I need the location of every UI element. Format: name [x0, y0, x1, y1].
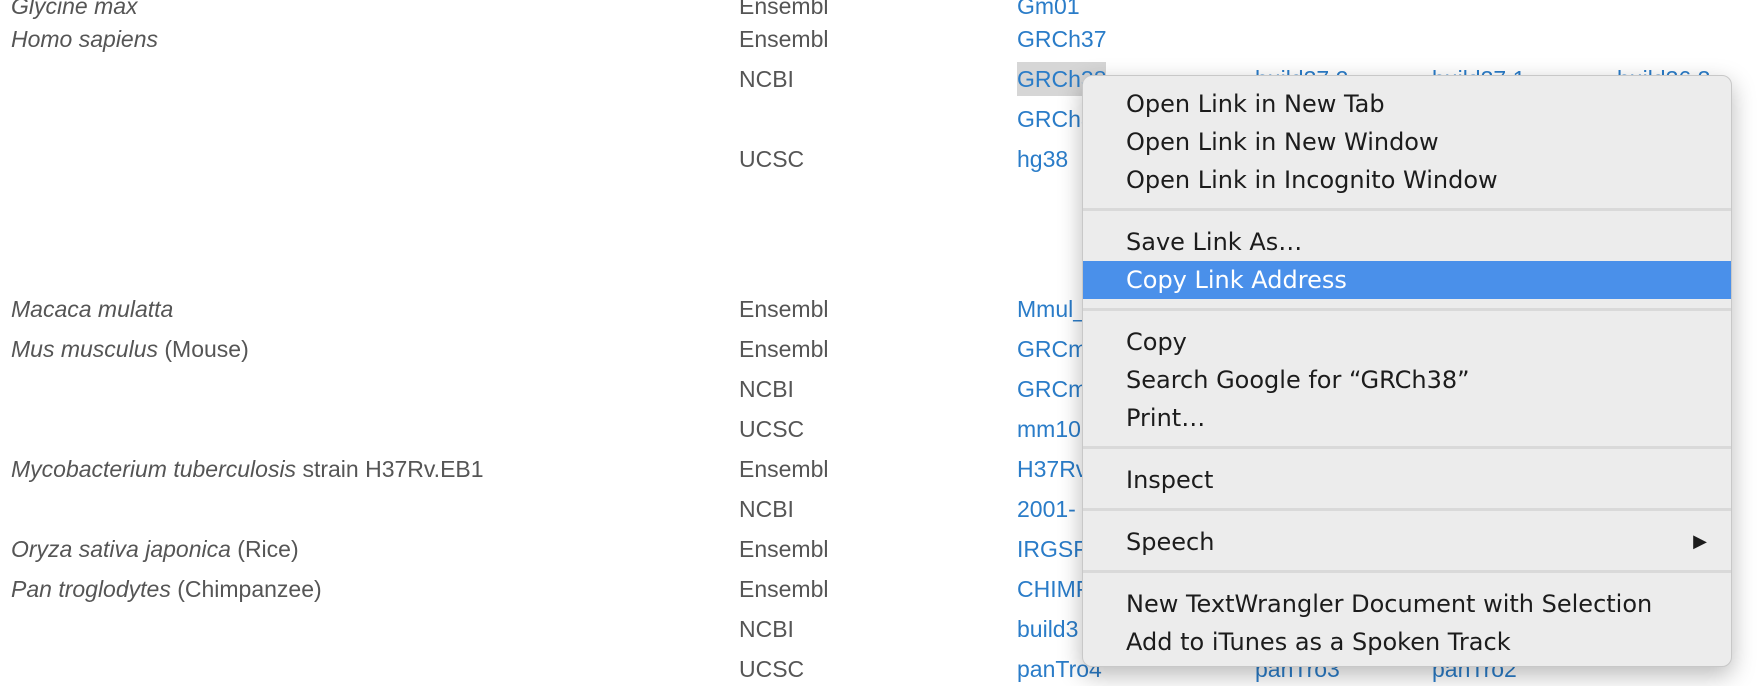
species-name: Macaca mulatta: [11, 296, 174, 322]
assembly-link[interactable]: hg38: [1017, 142, 1068, 176]
source-name: Ensembl: [739, 0, 829, 19]
source-name: NCBI: [739, 496, 794, 522]
assembly-link[interactable]: build3: [1017, 612, 1078, 646]
species-name: Pan troglodytes (Chimpanzee): [11, 576, 322, 602]
menu-item-inspect[interactable]: Inspect: [1083, 461, 1731, 499]
assembly-link[interactable]: mm10: [1017, 412, 1081, 446]
source-name: UCSC: [739, 656, 805, 682]
menu-item-open-incognito[interactable]: Open Link in Incognito Window: [1083, 161, 1731, 199]
menu-item-itunes-spoken-track[interactable]: Add to iTunes as a Spoken Track: [1083, 623, 1731, 661]
source-name: UCSC: [739, 416, 805, 442]
menu-separator: [1083, 208, 1731, 211]
source-name: Ensembl: [739, 536, 829, 562]
source-name: UCSC: [739, 146, 805, 172]
menu-item-open-new-window[interactable]: Open Link in New Window: [1083, 123, 1731, 161]
menu-separator: [1083, 570, 1731, 573]
source-name: Ensembl: [739, 26, 829, 52]
species-name: Mus musculus (Mouse): [11, 336, 249, 362]
source-name: Ensembl: [739, 296, 829, 322]
menu-item-print[interactable]: Print…: [1083, 399, 1731, 437]
source-name: Ensembl: [739, 456, 829, 482]
menu-item-copy-link-address[interactable]: Copy Link Address: [1083, 261, 1731, 299]
assembly-link[interactable]: IRGSP: [1017, 532, 1089, 566]
menu-item-speech-label: Speech: [1126, 528, 1215, 556]
menu-separator: [1083, 508, 1731, 511]
menu-item-speech[interactable]: Speech ▶: [1083, 523, 1731, 561]
source-name: NCBI: [739, 66, 794, 92]
source-name: NCBI: [739, 376, 794, 402]
assembly-link[interactable]: GRCh37: [1017, 22, 1106, 56]
menu-item-save-link-as[interactable]: Save Link As…: [1083, 223, 1731, 261]
source-name: Ensembl: [739, 336, 829, 362]
species-name: Homo sapiens: [11, 26, 159, 52]
menu-item-search-google[interactable]: Search Google for “GRCh38”: [1083, 361, 1731, 399]
context-menu: Open Link in New Tab Open Link in New Wi…: [1082, 75, 1732, 667]
table-row: Homo sapiens Ensembl GRCh37: [0, 22, 1758, 56]
species-name: Oryza sativa japonica (Rice): [11, 536, 299, 562]
assembly-link[interactable]: CHIMP: [1017, 572, 1091, 606]
menu-item-copy[interactable]: Copy: [1083, 323, 1731, 361]
submenu-arrow-icon: ▶: [1693, 531, 1707, 552]
species-name: Mycobacterium tuberculosis strain H37Rv.…: [11, 456, 484, 482]
species-name: Glycine max: [11, 0, 138, 19]
assembly-link[interactable]: H37Rv: [1017, 452, 1087, 486]
menu-item-textwrangler[interactable]: New TextWrangler Document with Selection: [1083, 585, 1731, 623]
source-name: Ensembl: [739, 576, 829, 602]
genome-table: Glycine max Ensembl Gm01 Homo sapiens En…: [0, 0, 1758, 684]
table-row: Glycine max Ensembl Gm01: [0, 0, 1758, 23]
assembly-link[interactable]: 2001-: [1017, 492, 1076, 526]
menu-separator: [1083, 446, 1731, 449]
menu-item-open-new-tab[interactable]: Open Link in New Tab: [1083, 85, 1731, 123]
source-name: NCBI: [739, 616, 794, 642]
menu-separator: [1083, 308, 1731, 311]
assembly-link[interactable]: Gm01: [1017, 0, 1080, 23]
